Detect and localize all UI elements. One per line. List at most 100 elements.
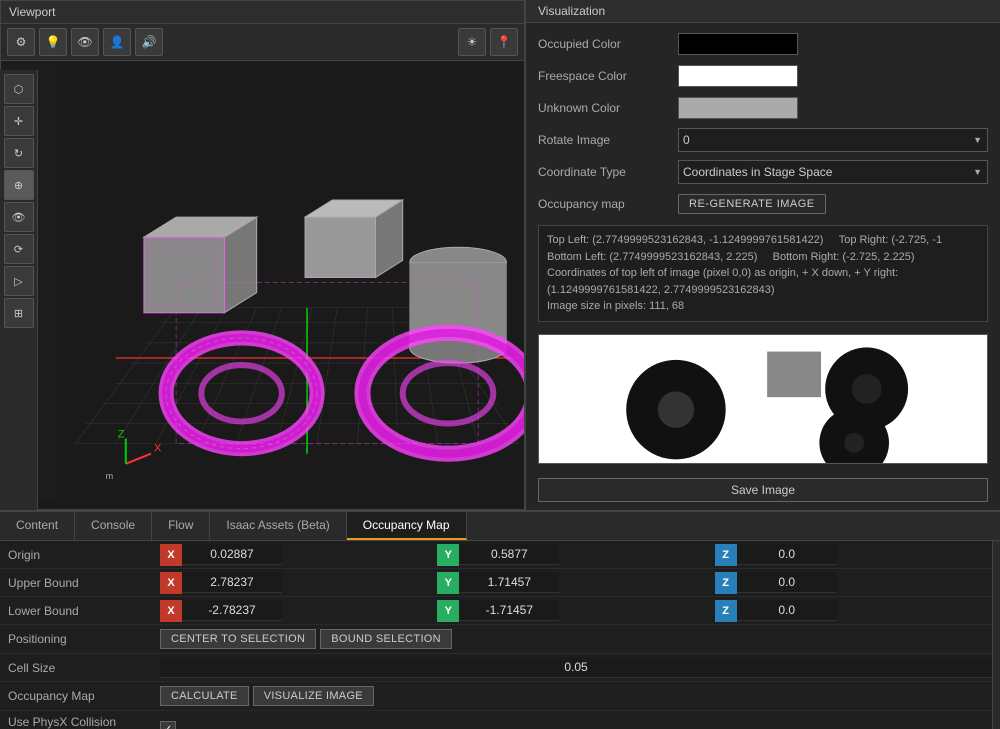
sun-btn[interactable]: ☀ [458,28,486,56]
tab-flow[interactable]: Flow [152,512,210,540]
freespace-color-row: Freespace Color [538,63,988,89]
save-image-button[interactable]: Save Image [538,478,988,502]
bottom-panel: Content Console Flow Isaac Assets (Beta)… [0,510,1000,729]
upper-bound-values: X Y Z [160,572,992,594]
visualization-panel: Visualization Occupied Color Freespace C… [525,0,1000,510]
occupancy-map-row: Occupancy map RE-GENERATE IMAGE [538,191,988,217]
origin-row: Origin X Y Z [0,541,992,569]
freespace-color-swatch[interactable] [678,65,798,87]
eye-tool[interactable]: 👁 [4,202,34,232]
origin-y-group: Y [437,544,714,566]
origin-y-badge: Y [437,544,459,566]
upper-bound-label: Upper Bound [0,572,160,594]
upper-x-input[interactable] [182,572,282,593]
tab-console[interactable]: Console [75,512,152,540]
settings-btn[interactable]: ⚙ [7,28,35,56]
coordinate-type-label: Coordinate Type [538,165,678,179]
cell-size-label: Cell Size [0,657,160,679]
tool6[interactable]: ▷ [4,266,34,296]
lower-x-input[interactable] [182,600,282,621]
unknown-color-row: Unknown Color [538,95,988,121]
upper-z-badge: Z [715,572,737,594]
select-tool[interactable]: ⬡ [4,74,34,104]
avatar-btn[interactable]: 👤 [103,28,131,56]
origin-z-group: Z [715,544,992,566]
viz-titlebar: Visualization [526,0,1000,23]
tool5[interactable]: ⟳ [4,234,34,264]
viz-content: Occupied Color Freespace Color Unknown C… [526,23,1000,510]
bottom-tabs: Content Console Flow Isaac Assets (Beta)… [0,512,1000,541]
coordinate-type-row: Coordinate Type Coordinates in Stage Spa… [538,159,988,185]
coordinate-type-select[interactable]: Coordinates in Stage Space World Coordin… [678,160,988,184]
use-physx-row: Use PhysX Collision Geometry ✓ [0,711,992,729]
camera-btn[interactable]: 👁 [71,28,99,56]
regen-button[interactable]: RE-GENERATE IMAGE [678,194,826,214]
viz-image-container [538,334,988,465]
occupied-color-row: Occupied Color [538,31,988,57]
visualize-image-button[interactable]: VISUALIZE IMAGE [253,686,374,706]
occupancy-map-svg [539,335,987,464]
origin-x-group: X [160,544,437,566]
calculate-button[interactable]: CALCULATE [160,686,249,706]
viewport-canvas: X Z m [1,61,524,499]
center-to-selection-button[interactable]: CENTER TO SELECTION [160,629,316,649]
coordinate-type-select-wrapper: Coordinates in Stage Space World Coordin… [678,160,988,184]
viewport-titlebar: Viewport [1,1,524,24]
lower-y-badge: Y [437,600,459,622]
origin-y-input[interactable] [459,544,559,565]
tab-occupancy-map[interactable]: Occupancy Map [347,512,467,540]
move-tool[interactable]: ✛ [4,106,34,136]
right-resize-handle[interactable] [992,541,1000,729]
info-text: Top Left: (2.7749999523162843, -1.124999… [547,234,942,312]
lower-x-badge: X [160,600,182,622]
rotate-image-select[interactable]: 0 90 180 270 [678,128,988,152]
positioning-label: Positioning [0,628,160,650]
upper-z-input[interactable] [737,572,837,593]
light-btn[interactable]: 💡 [39,28,67,56]
audio-btn[interactable]: 🔊 [135,28,163,56]
svg-text:X: X [154,443,162,455]
occupied-color-swatch[interactable] [678,33,798,55]
svg-text:m: m [106,471,114,481]
upper-x-badge: X [160,572,182,594]
origin-x-badge: X [160,544,182,566]
occupancy-map-buttons: CALCULATE VISUALIZE IMAGE [160,682,992,710]
scene-svg: X Z m [39,61,524,499]
tab-isaac-assets[interactable]: Isaac Assets (Beta) [210,512,346,540]
left-toolbar: ⬡ ✛ ↻ ⊕ 👁 ⟳ ▷ ⊞ [0,70,38,510]
lower-bound-values: X Y Z [160,600,992,622]
occupied-color-label: Occupied Color [538,37,678,51]
origin-x-input[interactable] [182,544,282,565]
lower-bound-row: Lower Bound X Y Z [0,597,992,625]
rotate-image-row: Rotate Image 0 90 180 270 [538,127,988,153]
origin-values: X Y Z [160,544,992,566]
viewport-container: Viewport ⚙ 💡 👁 👤 🔊 ☀ 📍 [0,0,525,510]
lower-z-input[interactable] [737,600,837,621]
origin-label: Origin [0,544,160,566]
unknown-color-swatch[interactable] [678,97,798,119]
freespace-color-label: Freespace Color [538,69,678,83]
viewport-title: Viewport [9,5,55,19]
cell-size-input[interactable] [160,657,992,678]
bottom-content: Origin X Y Z [0,541,1000,729]
viz-info-box: Top Left: (2.7749999523162843, -1.124999… [538,225,988,322]
use-physx-label: Use PhysX Collision Geometry [0,711,160,729]
occupancy-map-btns-label: Occupancy Map [0,685,160,707]
occupancy-map-buttons-row: Occupancy Map CALCULATE VISUALIZE IMAGE [0,682,992,711]
scale-tool[interactable]: ⊕ [4,170,34,200]
origin-z-badge: Z [715,544,737,566]
rotate-tool[interactable]: ↻ [4,138,34,168]
upper-y-input[interactable] [459,572,559,593]
use-physx-values: ✓ [160,717,992,729]
lower-y-input[interactable] [459,600,559,621]
use-physx-checkbox[interactable]: ✓ [160,721,176,729]
positioning-row: Positioning CENTER TO SELECTION BOUND SE… [0,625,992,654]
tab-content[interactable]: Content [0,512,75,540]
bound-selection-button[interactable]: BOUND SELECTION [320,629,452,649]
pin-btn[interactable]: 📍 [490,28,518,56]
svg-text:Z: Z [118,429,125,441]
cell-size-values [160,657,992,678]
origin-z-input[interactable] [737,544,837,565]
rotate-image-label: Rotate Image [538,133,678,147]
tool7[interactable]: ⊞ [4,298,34,328]
